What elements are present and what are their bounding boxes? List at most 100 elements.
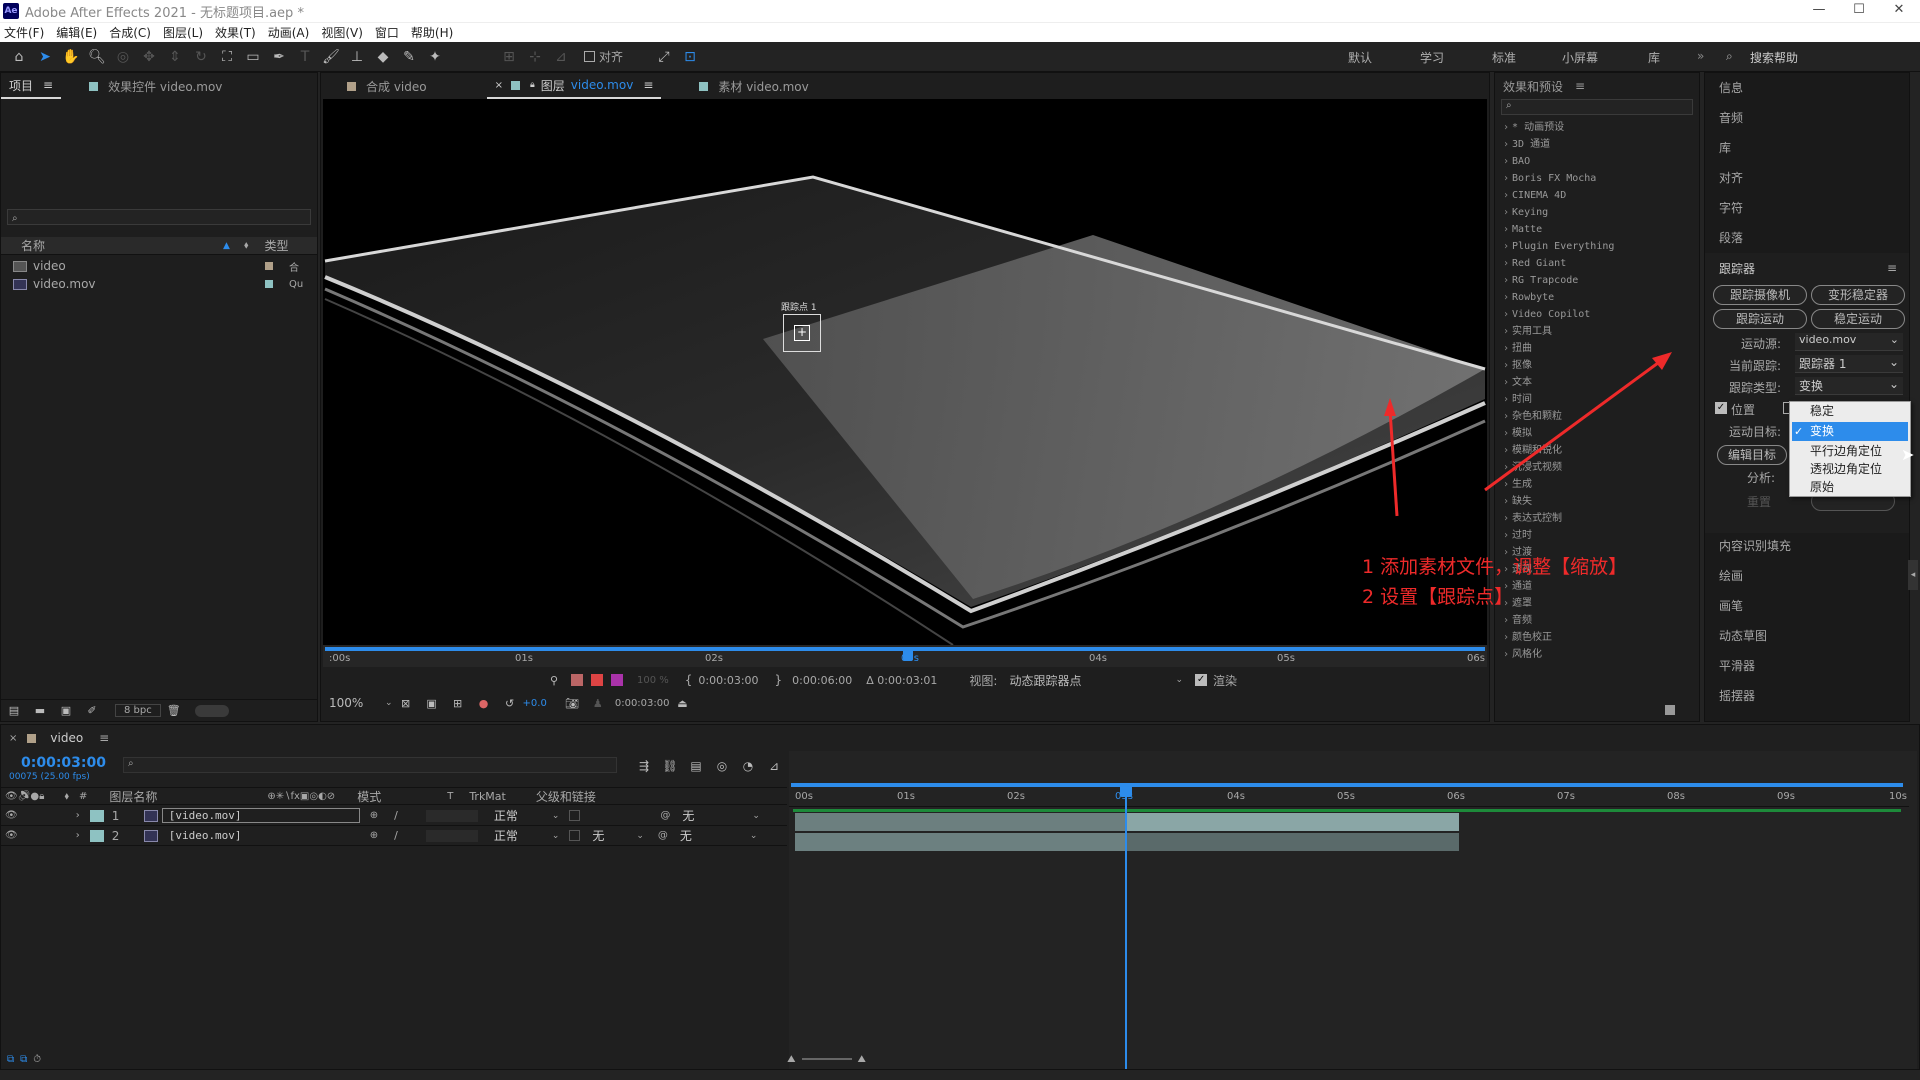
- timeline-current-time[interactable]: 0:00:03:00: [21, 755, 106, 771]
- channels-icon[interactable]: ●: [473, 692, 495, 714]
- in-point-icon[interactable]: {: [685, 673, 693, 687]
- layer-mode-dropdown[interactable]: 正常: [494, 807, 552, 824]
- menu-option-parallel-corner-pin[interactable]: 平行边角定位: [1810, 442, 1882, 461]
- quality-switch-icon[interactable]: /: [394, 809, 398, 822]
- panel-paragraph[interactable]: 段落: [1705, 223, 1909, 253]
- composition-flowchart-icon[interactable]: ⇶: [633, 755, 655, 777]
- workspace-small-screen[interactable]: 小屏幕: [1562, 49, 1598, 66]
- preview-icon[interactable]: ⏏: [672, 692, 694, 714]
- delete-icon[interactable]: 🗑︎: [163, 700, 185, 722]
- visibility-icon[interactable]: 👁︎: [5, 810, 18, 821]
- panel-content-aware-fill[interactable]: 内容识别填充: [1705, 531, 1909, 561]
- frame-blending-icon[interactable]: ◎: [711, 755, 733, 777]
- reset-button[interactable]: 重置: [1747, 493, 1771, 510]
- playhead-handle-icon[interactable]: [1120, 785, 1132, 797]
- chevron-down-icon[interactable]: ⌄: [752, 811, 760, 821]
- safe-zones-icon[interactable]: ▣: [421, 692, 443, 714]
- edit-target-button[interactable]: 编辑目标: [1717, 445, 1787, 465]
- pan-camera-icon[interactable]: ✥: [138, 46, 160, 68]
- viewer-time-ruler[interactable]: :00s 01s 02s 03s 04s 05s 06s: [323, 645, 1487, 667]
- visibility-icon[interactable]: 👁︎: [5, 830, 18, 841]
- menu-option-perspective-corner-pin[interactable]: 透视边角定位: [1810, 460, 1882, 479]
- quality-switch-icon[interactable]: /: [394, 829, 398, 842]
- snap-toggle[interactable]: 对齐: [584, 48, 623, 65]
- workspace-overflow-icon[interactable]: »: [1697, 49, 1704, 63]
- snap-checkbox[interactable]: [584, 51, 595, 62]
- pickwhip-icon[interactable]: @: [660, 810, 670, 821]
- thumbnail-slider[interactable]: [194, 704, 229, 717]
- panel-wiggler[interactable]: 摇摆器: [1705, 681, 1909, 711]
- in-time[interactable]: 0:00:03:00: [698, 674, 758, 687]
- panel-info[interactable]: 信息: [1705, 73, 1909, 103]
- layer-row[interactable]: 👁︎ › 2 [video.mov] ⊕ / 正常 ⌄ 无 ⌄ @ 无 ⌄: [1, 826, 787, 846]
- close-tab-icon[interactable]: ×: [9, 733, 17, 744]
- tab-composition[interactable]: 合成 video: [339, 73, 435, 99]
- view-axis-icon[interactable]: ⊿: [550, 46, 572, 68]
- label-col-icon[interactable]: ⬧: [244, 240, 249, 251]
- zoom-dropdown[interactable]: 100%: [329, 696, 385, 710]
- opacity-value[interactable]: 100 %: [637, 675, 669, 686]
- chevron-down-icon[interactable]: ⌄: [552, 811, 560, 821]
- tab-project[interactable]: 项目 ≡: [1, 73, 62, 99]
- rotation-tool-icon[interactable]: ↻: [190, 46, 212, 68]
- adjust-settings-icon[interactable]: ✐: [81, 700, 103, 722]
- home-icon[interactable]: ⌂: [8, 46, 30, 68]
- work-area-bar[interactable]: [791, 783, 1903, 787]
- panel-motion-sketch[interactable]: 动态草图: [1705, 621, 1909, 651]
- menu-option-transform[interactable]: 变换: [1810, 422, 1834, 441]
- effect-category[interactable]: › Plugin Everything: [1495, 238, 1699, 255]
- stabilize-motion-button[interactable]: 稳定运动: [1811, 309, 1905, 329]
- workspace-standard[interactable]: 标准: [1492, 49, 1516, 66]
- trkmat-dropdown[interactable]: 无: [592, 827, 636, 844]
- col-layer-name[interactable]: 图层名称: [109, 788, 157, 805]
- resolution-icon[interactable]: ⊠: [395, 692, 417, 714]
- exposure-value[interactable]: +0.0: [523, 698, 547, 709]
- workspace-default[interactable]: 默认: [1348, 49, 1372, 66]
- reset-exposure-icon[interactable]: ↺: [499, 692, 521, 714]
- menu-help[interactable]: 帮助(H): [411, 24, 453, 41]
- panel-paint[interactable]: 绘画: [1705, 561, 1909, 591]
- interpret-footage-icon[interactable]: ▤: [3, 700, 25, 722]
- motion-blur-icon[interactable]: ◔: [737, 755, 759, 777]
- layer-1-trimmed-segment[interactable]: [1125, 813, 1459, 831]
- col-name[interactable]: 名称: [21, 237, 45, 254]
- clone-stamp-icon[interactable]: ⊥: [346, 46, 368, 68]
- workspace-library[interactable]: 库: [1648, 49, 1660, 66]
- orbit-camera-icon[interactable]: ◎: [112, 46, 134, 68]
- panel-menu-icon[interactable]: ≡: [43, 78, 53, 92]
- roto-brush-icon[interactable]: ✎: [398, 46, 420, 68]
- show-snapshot-icon[interactable]: ♟: [587, 692, 609, 714]
- label-col-icon[interactable]: ⬧: [64, 791, 69, 802]
- grid-icon[interactable]: ⊞: [447, 692, 469, 714]
- collapse-panel-icon[interactable]: ◂: [1908, 560, 1918, 590]
- preserve-transparency-checkbox[interactable]: [569, 830, 581, 841]
- label-color-icon[interactable]: [89, 829, 104, 842]
- effect-category[interactable]: › 音频: [1495, 612, 1699, 629]
- close-tab-icon[interactable]: ×: [495, 80, 503, 91]
- panel-menu-icon[interactable]: ≡: [1887, 261, 1897, 275]
- effect-category[interactable]: › 通道: [1495, 578, 1699, 595]
- viewer-current-time[interactable]: 0:00:03:00: [615, 698, 670, 709]
- puppet-pin-icon[interactable]: ✦: [424, 46, 446, 68]
- chevron-down-icon[interactable]: ⌄: [1175, 675, 1183, 685]
- track-camera-button[interactable]: 跟踪摄像机: [1713, 285, 1807, 305]
- pen-tool-icon[interactable]: ✒: [268, 46, 290, 68]
- playhead-icon[interactable]: [903, 649, 913, 661]
- effect-category[interactable]: › Red Giant: [1495, 255, 1699, 272]
- effect-category[interactable]: › 遮罩: [1495, 595, 1699, 612]
- effect-category[interactable]: › 3D 通道: [1495, 136, 1699, 153]
- close-button[interactable]: ✕: [1876, 0, 1920, 22]
- lock-icon[interactable]: 🔒︎: [530, 80, 535, 90]
- expand-icon[interactable]: ⤢: [653, 46, 675, 68]
- menu-animation[interactable]: 动画(A): [268, 24, 310, 41]
- shy-switch-icon[interactable]: ⊕: [370, 810, 378, 821]
- panel-character[interactable]: 字符: [1705, 193, 1909, 223]
- new-folder-icon[interactable]: ▬: [29, 700, 51, 722]
- timeline-comp-tab[interactable]: video: [50, 731, 83, 745]
- expand-layer-icon[interactable]: ›: [76, 810, 80, 821]
- panel-menu-icon[interactable]: ≡: [643, 78, 653, 92]
- sort-arrow-icon[interactable]: ▲: [223, 241, 230, 251]
- tab-effect-controls[interactable]: 效果控件 video.mov: [81, 73, 230, 99]
- col-parent[interactable]: 父级和链接: [536, 788, 596, 805]
- brush-tool-icon[interactable]: 🖌︎: [320, 46, 342, 68]
